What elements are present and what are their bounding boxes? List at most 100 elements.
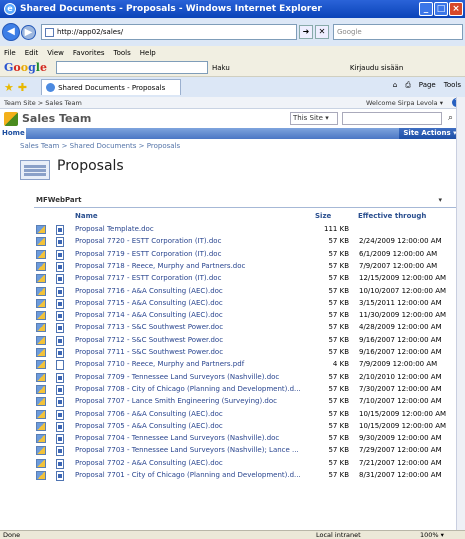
workflow-icon[interactable] [36, 360, 46, 370]
word-document-icon[interactable] [56, 261, 64, 272]
table-row[interactable]: Proposal 7718 - Reece, Murphy and Partne… [34, 261, 456, 273]
document-name-link[interactable]: Proposal 7717 - ESTT Corporation (IT).do… [75, 274, 311, 282]
tools-menu[interactable]: Tools [444, 81, 461, 90]
document-name-link[interactable]: Proposal 7716 - A&A Consulting (AEC).doc [75, 287, 311, 295]
document-name-link[interactable]: Proposal 7704 - Tennessee Land Surveyors… [75, 434, 311, 442]
workflow-icon[interactable] [36, 372, 46, 382]
word-document-icon[interactable] [56, 225, 64, 235]
vertical-scrollbar[interactable] [456, 97, 465, 530]
go-icon[interactable]: ➜ [299, 25, 313, 39]
workflow-icon[interactable] [36, 311, 46, 321]
add-favorite-icon[interactable]: ✚ [18, 81, 27, 94]
word-document-icon[interactable] [56, 434, 64, 445]
workflow-icon[interactable] [36, 261, 46, 271]
word-document-icon[interactable] [56, 471, 64, 481]
word-document-icon[interactable] [56, 384, 64, 395]
word-document-icon[interactable] [56, 348, 64, 358]
table-row[interactable]: Proposal 7703 - Tennessee Land Surveyors… [34, 445, 456, 457]
workflow-icon[interactable] [36, 249, 46, 259]
table-row[interactable]: Proposal 7709 - Tennessee Land Surveyors… [34, 372, 456, 384]
close-button[interactable]: × [449, 2, 463, 16]
workflow-icon[interactable] [36, 323, 46, 333]
workflow-icon[interactable] [36, 446, 46, 456]
workflow-icon[interactable] [36, 274, 46, 284]
browser-tab[interactable]: Shared Documents - Proposals [41, 79, 182, 95]
google-search-input[interactable] [55, 61, 208, 74]
document-name-link[interactable]: Proposal 7708 - City of Chicago (Plannin… [75, 385, 311, 393]
document-name-link[interactable]: Proposal 7706 - A&A Consulting (AEC).doc [75, 410, 311, 418]
stop-icon[interactable]: ✕ [315, 25, 329, 39]
workflow-icon[interactable] [36, 458, 46, 468]
menu-favorites[interactable]: Favorites [73, 49, 105, 57]
document-name-link[interactable]: Proposal 7703 - Tennessee Land Surveyors… [75, 446, 311, 454]
table-row[interactable]: Proposal Template.doc 111 KB [34, 224, 456, 236]
home-icon[interactable]: ⌂ [393, 81, 397, 90]
pdf-file-icon[interactable] [56, 360, 64, 371]
workflow-icon[interactable] [36, 286, 46, 296]
browser-search-input[interactable]: Google [333, 24, 463, 40]
document-name-link[interactable]: Proposal 7713 - S&C Southwest Power.doc [75, 323, 311, 331]
document-name-link[interactable]: Proposal 7709 - Tennessee Land Surveyors… [75, 373, 311, 381]
document-name-link[interactable]: Proposal 7720 - ESTT Corporation (IT).do… [75, 237, 311, 245]
document-name-link[interactable]: Proposal 7705 - A&A Consulting (AEC).doc [75, 422, 311, 430]
workflow-icon[interactable] [36, 298, 46, 308]
table-row[interactable]: Proposal 7706 - A&A Consulting (AEC).doc… [34, 409, 456, 421]
workflow-icon[interactable] [36, 237, 46, 247]
document-name-link[interactable]: Proposal 7702 - A&A Consulting (AEC).doc [75, 459, 311, 467]
welcome-menu[interactable]: Welcome Sirpa Levola ▾ [366, 99, 443, 107]
workflow-icon[interactable] [36, 348, 46, 357]
document-name-link[interactable]: Proposal 7707 - Lance Smith Engineering … [75, 397, 311, 405]
minimize-button[interactable]: _ [419, 2, 433, 16]
google-haku-button[interactable]: Haku [212, 64, 230, 72]
menu-file[interactable]: File [4, 49, 16, 57]
webpart-menu-icon[interactable]: ▾ [438, 196, 442, 204]
document-name-link[interactable]: Proposal 7701 - City of Chicago (Plannin… [75, 471, 311, 479]
table-row[interactable]: Proposal 7707 - Lance Smith Engineering … [34, 396, 456, 408]
url-input[interactable]: http://app02/sales/ [41, 24, 297, 40]
document-name-link[interactable]: Proposal 7710 - Reece, Murphy and Partne… [75, 360, 311, 368]
favorites-star-icon[interactable]: ★ [4, 81, 14, 94]
column-size-header[interactable]: Size [315, 212, 331, 220]
table-row[interactable]: Proposal 7711 - S&C Southwest Power.doc 5… [34, 347, 456, 359]
menu-edit[interactable]: Edit [25, 49, 39, 57]
document-name-link[interactable]: Proposal 7714 - A&A Consulting (AEC).doc [75, 311, 311, 319]
maximize-button[interactable]: □ [434, 2, 448, 16]
workflow-icon[interactable] [36, 384, 46, 394]
workflow-icon[interactable] [36, 225, 46, 234]
document-name-link[interactable]: Proposal 7719 - ESTT Corporation (IT).do… [75, 250, 311, 258]
back-button[interactable]: ◀ [2, 23, 20, 41]
table-row[interactable]: Proposal 7708 - City of Chicago (Plannin… [34, 384, 456, 396]
tab-home[interactable]: Home [0, 128, 26, 139]
document-name-link[interactable]: Proposal 7712 - S&C Southwest Power.doc [75, 336, 311, 344]
column-name-header[interactable]: Name [75, 212, 98, 220]
document-name-link[interactable]: Proposal 7718 - Reece, Murphy and Partne… [75, 262, 311, 270]
word-document-icon[interactable] [56, 249, 64, 260]
word-document-icon[interactable] [56, 274, 64, 285]
table-row[interactable]: Proposal 7717 - ESTT Corporation (IT).do… [34, 273, 456, 285]
word-document-icon[interactable] [56, 286, 64, 297]
table-row[interactable]: Proposal 7716 - A&A Consulting (AEC).doc… [34, 286, 456, 298]
document-name-link[interactable]: Proposal Template.doc [75, 225, 311, 233]
word-document-icon[interactable] [56, 323, 64, 334]
document-name-link[interactable]: Proposal 7711 - S&C Southwest Power.doc [75, 348, 311, 356]
table-row[interactable]: Proposal 7712 - S&C Southwest Power.doc 5… [34, 335, 456, 347]
workflow-icon[interactable] [36, 421, 46, 431]
table-row[interactable]: Proposal 7720 - ESTT Corporation (IT).do… [34, 236, 456, 248]
workflow-icon[interactable] [36, 397, 46, 407]
page-menu[interactable]: Page [419, 81, 436, 90]
site-actions-button[interactable]: Site Actions ▾ [399, 128, 461, 139]
document-name-link[interactable]: Proposal 7715 - A&A Consulting (AEC).doc [75, 299, 311, 307]
menu-tools[interactable]: Tools [114, 49, 131, 57]
site-title[interactable]: Sales Team [22, 112, 91, 125]
word-document-icon[interactable] [56, 397, 64, 408]
table-row[interactable]: Proposal 7713 - S&C Southwest Power.doc 5… [34, 322, 456, 334]
word-document-icon[interactable] [56, 458, 64, 469]
workflow-icon[interactable] [36, 409, 46, 419]
word-document-icon[interactable] [56, 446, 64, 457]
forward-button[interactable]: ▶ [21, 24, 36, 40]
zoom-level[interactable]: 100% ▾ [420, 531, 444, 539]
google-signin-button[interactable]: Kirjaudu sisään [350, 64, 403, 72]
table-row[interactable]: Proposal 7704 - Tennessee Land Surveyors… [34, 433, 456, 445]
menu-view[interactable]: View [47, 49, 64, 57]
word-document-icon[interactable] [56, 335, 64, 346]
